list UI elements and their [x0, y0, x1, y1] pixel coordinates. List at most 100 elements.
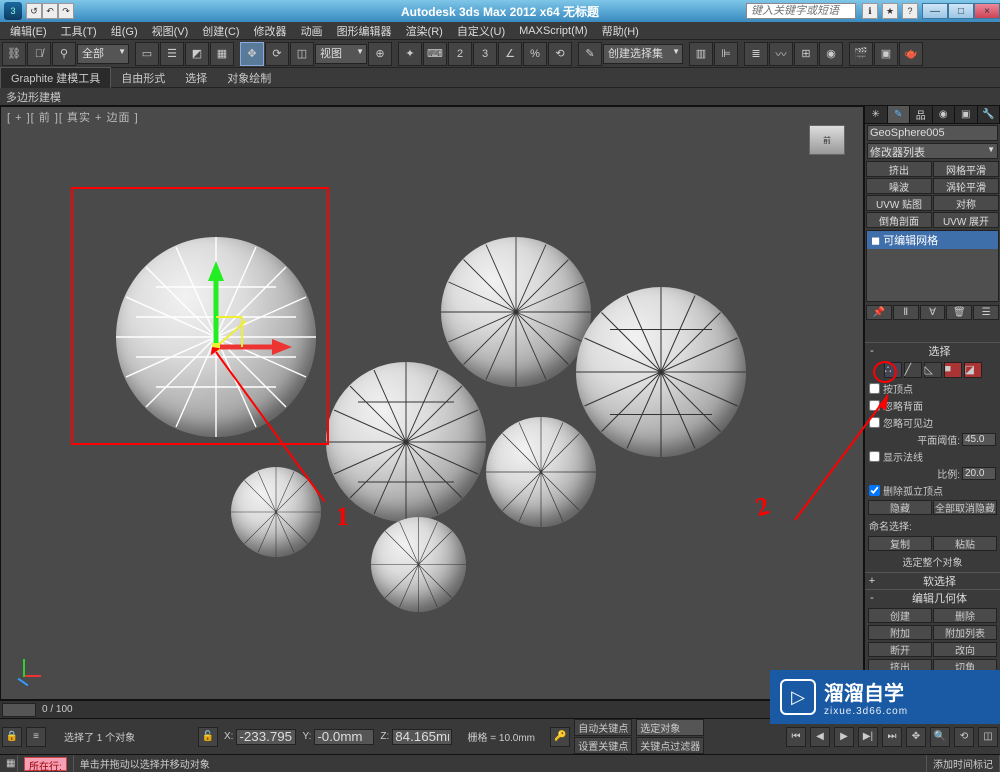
menu-group[interactable]: 组(G)	[105, 22, 144, 40]
key-icon[interactable]: 🔑	[550, 727, 570, 747]
menu-customize[interactable]: 自定义(U)	[451, 22, 511, 40]
btn-attachlist[interactable]: 附加列表	[933, 625, 997, 640]
addtime-button[interactable]: 添加时间标记	[927, 755, 1000, 772]
geosphere[interactable]	[486, 417, 596, 527]
tab-utilities-icon[interactable]: 🔧	[978, 106, 1000, 123]
autokey-button[interactable]: 自动关键点	[574, 719, 632, 736]
percentsnap-icon[interactable]: %	[523, 42, 547, 66]
play-next-icon[interactable]: ▶|	[858, 727, 878, 747]
renderframe-icon[interactable]: ▣	[874, 42, 898, 66]
select-name-icon[interactable]: ☰	[160, 42, 184, 66]
modifier-stack[interactable]: ◼ 可编辑网格	[866, 230, 999, 302]
infocenter-icon[interactable]: ℹ	[862, 3, 878, 19]
tab-motion-icon[interactable]: ◉	[933, 106, 956, 123]
rollout-toggle[interactable]: -	[867, 592, 877, 604]
help-search[interactable]	[746, 3, 856, 19]
btn-hide[interactable]: 隐藏	[868, 500, 932, 515]
so-polygon[interactable]: ■	[944, 362, 962, 378]
spinnersnap-icon[interactable]: ⟲	[548, 42, 572, 66]
curve-editor-icon[interactable]: 〰	[769, 42, 793, 66]
btn-symmetry[interactable]: 对称	[933, 195, 999, 211]
snap3-icon[interactable]: 3	[473, 42, 497, 66]
btn-uvwmap[interactable]: UVW 贴图	[866, 195, 932, 211]
tab-modify-icon[interactable]: ✎	[888, 106, 911, 123]
z-field[interactable]	[392, 729, 452, 745]
tab-hierarchy-icon[interactable]: 品	[910, 106, 933, 123]
btn-meshsmooth[interactable]: 网格平滑	[933, 161, 999, 177]
pan-icon[interactable]: ✥	[906, 727, 926, 747]
setkey-button[interactable]: 设置关键点	[574, 737, 632, 754]
geosphere[interactable]	[441, 237, 591, 387]
chk-ignorevis[interactable]	[869, 417, 880, 428]
refcoord-dropdown[interactable]: 视图	[315, 44, 367, 64]
geosphere[interactable]	[576, 287, 746, 457]
play-end-icon[interactable]: ⏭	[882, 727, 902, 747]
scale-field[interactable]	[962, 467, 996, 480]
btn-unhide[interactable]: 全部取消隐藏	[933, 500, 997, 515]
unlink-icon[interactable]: ⛓̸	[27, 42, 51, 66]
play-start-icon[interactable]: ⏮	[786, 727, 806, 747]
chk-shownorm[interactable]	[869, 451, 880, 462]
link-icon[interactable]: ⛓	[2, 42, 26, 66]
modifier-list-dropdown[interactable]: 修改器列表	[867, 143, 998, 159]
select-region-icon[interactable]: ◩	[185, 42, 209, 66]
btn-turn[interactable]: 改向	[933, 642, 997, 657]
so-face[interactable]: ◺	[924, 362, 942, 378]
remove-mod-icon[interactable]: 🗑	[946, 305, 972, 320]
show-end-icon[interactable]: Ⅱ	[893, 305, 919, 320]
maximize-button[interactable]: □	[948, 3, 974, 19]
redo-btn[interactable]: ↷	[58, 3, 74, 19]
menu-rendering[interactable]: 渲染(R)	[400, 22, 449, 40]
anglesnap-icon[interactable]: ∠	[498, 42, 522, 66]
zoom-icon[interactable]: 🔍	[930, 727, 950, 747]
btn-noise[interactable]: 噪波	[866, 178, 932, 194]
menu-modifiers[interactable]: 修改器	[248, 22, 293, 40]
manipulate-icon[interactable]: ✦	[398, 42, 422, 66]
so-element[interactable]: ◪	[964, 362, 982, 378]
make-unique-icon[interactable]: ∀	[920, 305, 946, 320]
schematic-icon[interactable]: ⊞	[794, 42, 818, 66]
time-slider[interactable]	[2, 703, 36, 717]
lock-icon[interactable]: 🔒	[2, 727, 22, 747]
selectionset-dropdown[interactable]: 创建选择集	[603, 44, 683, 64]
configure-icon[interactable]: ☰	[973, 305, 999, 320]
menu-animation[interactable]: 动画	[295, 22, 329, 40]
row-label-button[interactable]: 所在行:	[24, 757, 67, 771]
orbit-icon[interactable]: ⟲	[954, 727, 974, 747]
menu-views[interactable]: 视图(V)	[146, 22, 195, 40]
render-icon[interactable]: 🫖	[899, 42, 923, 66]
select-icon[interactable]: ▭	[135, 42, 159, 66]
mirror-icon[interactable]: ▥	[689, 42, 713, 66]
pin-stack-icon[interactable]: 📌	[866, 305, 892, 320]
ribbon-tab-graphite[interactable]: Graphite 建模工具	[0, 67, 111, 88]
btn-attach[interactable]: 附加	[868, 625, 932, 640]
btn-paste[interactable]: 粘贴	[933, 536, 997, 551]
layers-icon[interactable]: ≣	[744, 42, 768, 66]
btn-delete[interactable]: 删除	[933, 608, 997, 623]
selset-label[interactable]: 选定对象	[636, 719, 704, 736]
filter-dropdown[interactable]: 全部	[77, 44, 129, 64]
ribbon-tab-freeform[interactable]: 自由形式	[111, 68, 175, 88]
rotate-icon[interactable]: ⟳	[265, 42, 289, 66]
menu-help[interactable]: 帮助(H)	[596, 22, 645, 40]
y-field[interactable]	[314, 729, 374, 745]
bind-icon[interactable]: ⚲	[52, 42, 76, 66]
material-icon[interactable]: ◉	[819, 42, 843, 66]
x-field[interactable]	[236, 729, 296, 745]
menu-edit[interactable]: 编辑(E)	[4, 22, 53, 40]
ribbon-tab-objectpaint[interactable]: 对象绘制	[217, 68, 281, 88]
planethresh-field[interactable]	[962, 433, 996, 446]
reset-btn[interactable]: ↺	[26, 3, 42, 19]
tab-display-icon[interactable]: ▣	[955, 106, 978, 123]
btn-copy[interactable]: 复制	[868, 536, 932, 551]
menu-tools[interactable]: 工具(T)	[55, 22, 103, 40]
btn-extrude[interactable]: 挤出	[866, 161, 932, 177]
btn-break[interactable]: 断开	[868, 642, 932, 657]
menu-create[interactable]: 创建(C)	[196, 22, 245, 40]
align-icon[interactable]: ⊫	[714, 42, 738, 66]
ribbon-tab-selection[interactable]: 选择	[175, 68, 217, 88]
menu-maxscript[interactable]: MAXScript(M)	[513, 24, 593, 38]
lock-sel-icon[interactable]: 🔓	[198, 727, 218, 747]
tab-create-icon[interactable]: ✳	[865, 106, 888, 123]
viewcube[interactable]: 前	[809, 125, 845, 155]
